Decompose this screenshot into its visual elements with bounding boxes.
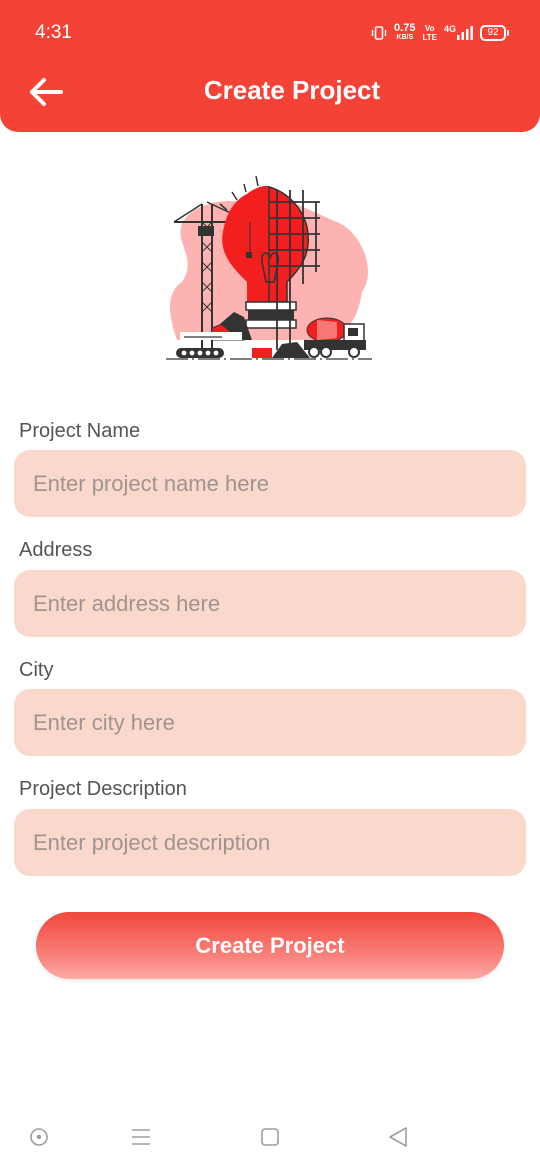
home-square-icon[interactable] [258, 1125, 282, 1149]
app-header: 4:31 0.75 KB/S Vo LTE 4G 92 Create Proje… [0, 0, 540, 132]
battery-icon: 92 [480, 25, 509, 41]
menu-icon[interactable] [129, 1125, 153, 1149]
network-speed-value: 0.75 [394, 22, 416, 34]
system-nav-bar [0, 1105, 540, 1170]
network-type: 4G [443, 24, 456, 34]
project-description-label: Project Description [19, 778, 187, 800]
network-speed-unit: KB/S [396, 34, 414, 41]
volte-bottom-text: LTE [422, 33, 437, 42]
project-description-input[interactable] [14, 809, 526, 876]
construction-lightbulb-illustration [166, 175, 372, 360]
address-input[interactable] [14, 570, 526, 637]
volte-top-text: Vo [424, 24, 435, 33]
city-label: City [19, 659, 54, 681]
project-name-input[interactable] [14, 450, 526, 517]
back-triangle-icon[interactable] [386, 1125, 410, 1149]
volte-indicator: Vo LTE [422, 24, 437, 42]
city-input[interactable] [14, 689, 526, 756]
signal-icon [457, 26, 473, 40]
vibrate-icon [371, 26, 387, 40]
address-label: Address [19, 539, 93, 561]
page-title: Create Project [203, 75, 381, 105]
record-icon[interactable] [27, 1125, 51, 1149]
project-name-label: Project Name [19, 420, 141, 442]
status-time: 4:31 [35, 22, 72, 43]
create-project-button[interactable]: Create Project [36, 912, 504, 979]
network-speed: 0.75 KB/S [394, 23, 415, 43]
status-icons: 0.75 KB/S Vo LTE 4G 92 [371, 22, 509, 44]
